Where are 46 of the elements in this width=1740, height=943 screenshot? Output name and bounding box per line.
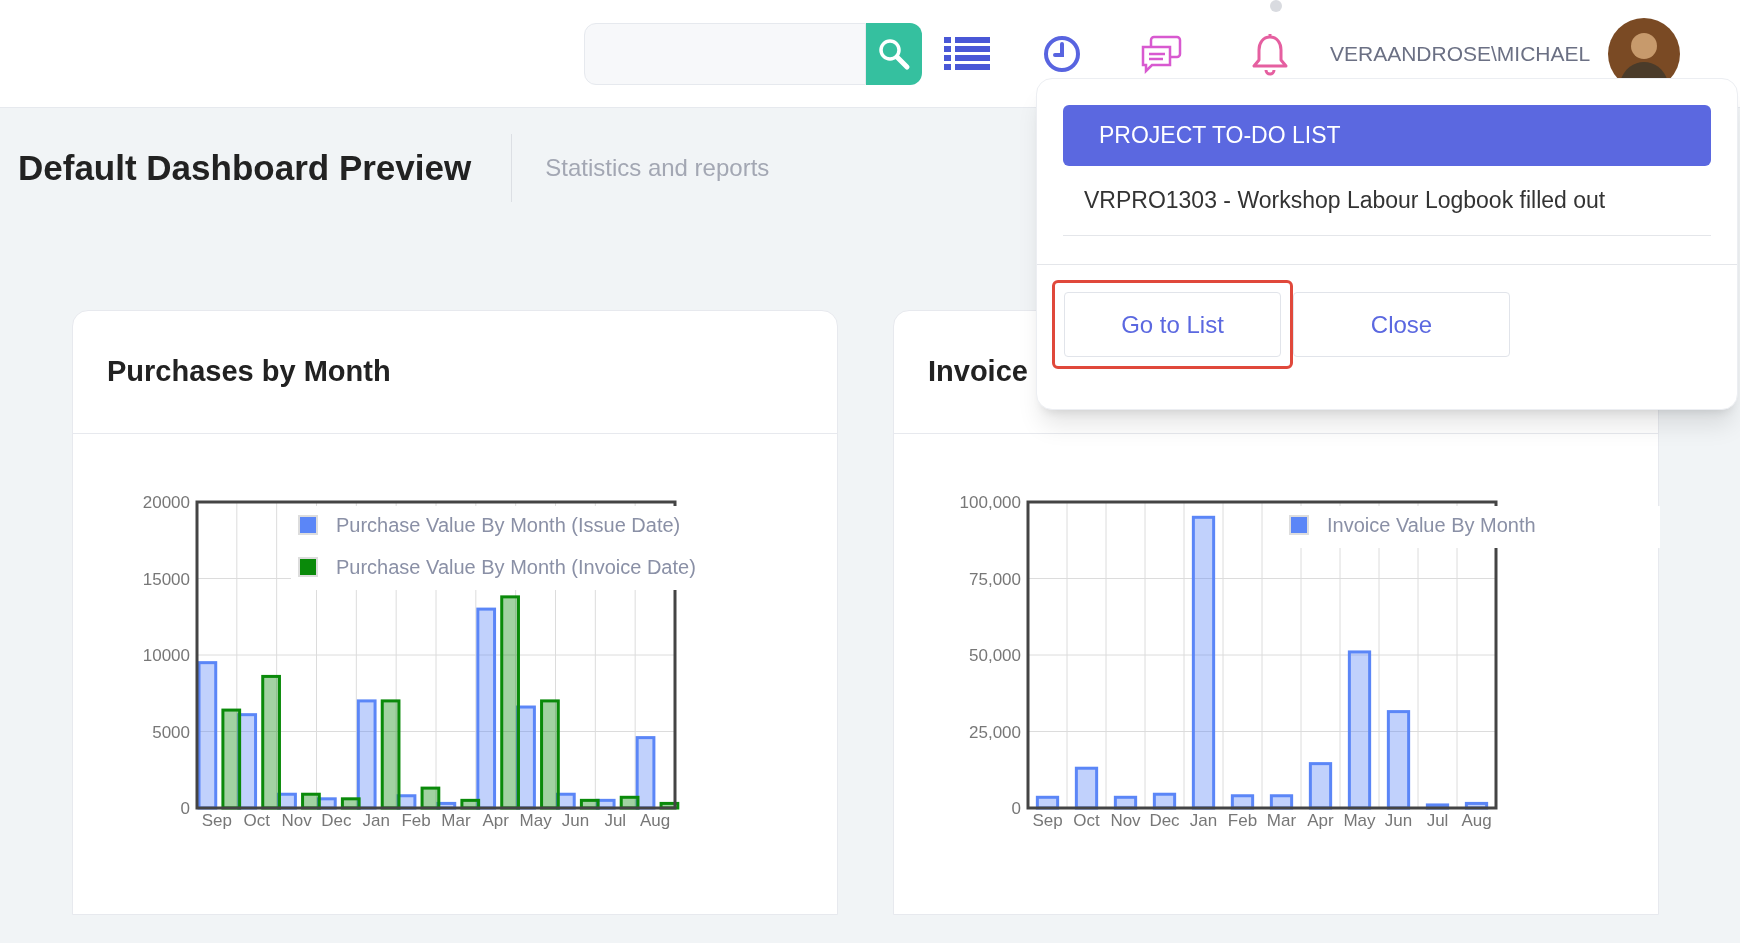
- axis-label: Apr: [1307, 811, 1334, 830]
- axis-label: Oct: [243, 811, 270, 830]
- legend-label: Invoice Value By Month: [1327, 514, 1536, 536]
- axis-label: 0: [180, 799, 190, 818]
- axis-label: 25,000: [969, 722, 1021, 742]
- axis-label: Sep: [201, 811, 233, 830]
- axis-label: Oct: [1073, 811, 1100, 830]
- axis-label: Jul: [604, 811, 627, 830]
- axis-label: Aug: [1461, 811, 1492, 830]
- popup-button[interactable]: Close: [1293, 292, 1510, 357]
- axis-label: Sep: [1032, 811, 1063, 830]
- legend-label: Purchase Value By Month (Invoice Date): [336, 556, 696, 578]
- axis-label: Jan: [1189, 811, 1218, 830]
- axis-label: 20000: [142, 493, 190, 512]
- todo-item[interactable]: VRPRO1303 - Workshop Labour Logbook filled out: [1084, 183, 1606, 218]
- popup-button[interactable]: Go to List: [1064, 292, 1281, 357]
- axis-label: Jan: [362, 811, 390, 830]
- axis-label: May: [519, 811, 552, 830]
- axis-label: 100,000: [959, 493, 1021, 512]
- axis-label: May: [1343, 811, 1376, 830]
- axis-label: 10000: [142, 646, 190, 665]
- axis-label: 15000: [142, 569, 190, 589]
- axis-label: Nov: [281, 811, 312, 830]
- axis-label: Jul: [1426, 811, 1449, 830]
- axis-label: Jun: [561, 811, 590, 830]
- page-subtitle: Statistics and reports: [545, 153, 770, 183]
- page-title: Default Dashboard Preview: [18, 146, 472, 189]
- username[interactable]: VERAANDROSE\MICHAEL: [1330, 37, 1591, 70]
- card-title: Purchases by Month: [107, 354, 391, 390]
- axis-label: 0: [1011, 799, 1021, 818]
- popup-header: PROJECT TO-DO LIST: [1063, 105, 1711, 166]
- axis-label: Apr: [482, 811, 509, 830]
- axis-label: Feb: [401, 811, 431, 830]
- axis-label: Aug: [639, 811, 671, 830]
- axis-label: Mar: [1266, 811, 1297, 830]
- axis-label: Feb: [1227, 811, 1258, 830]
- axis-label: 5000: [152, 722, 190, 742]
- axis-label: 75,000: [969, 569, 1021, 589]
- axis-label: Mar: [441, 811, 471, 830]
- axis-label: Dec: [321, 811, 352, 830]
- card-title: Invoice: [928, 354, 1028, 390]
- legend-label: Purchase Value By Month (Issue Date): [336, 514, 681, 536]
- axis-label: 50,000: [969, 646, 1021, 665]
- axis-label: Nov: [1110, 811, 1141, 830]
- axis-label: Dec: [1149, 811, 1180, 830]
- axis-label: Jun: [1384, 811, 1413, 830]
